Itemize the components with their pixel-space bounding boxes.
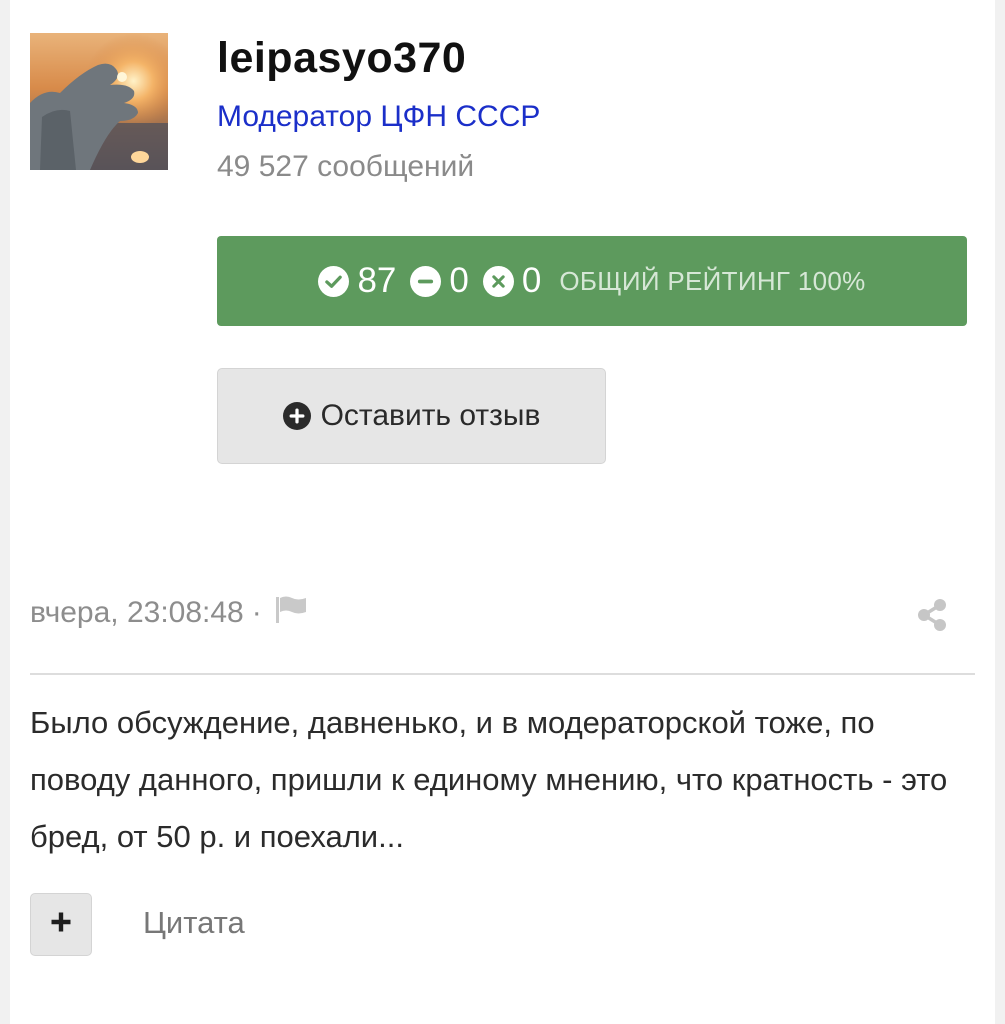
rating-bar: 87 0 0 ОБЩИЙ РЕЙТИНГ 100% <box>217 236 967 326</box>
plus-icon <box>49 910 73 939</box>
rating-neutral-count: 0 <box>449 261 469 300</box>
check-circle-icon <box>318 265 350 297</box>
share-icon[interactable] <box>915 598 949 637</box>
leave-feedback-button[interactable]: Оставить отзыв <box>217 368 606 464</box>
rating-label: ОБЩИЙ РЕЙТИНГ 100% <box>559 265 866 296</box>
minus-circle-icon <box>410 265 442 297</box>
x-circle-icon <box>482 265 514 297</box>
rating-negative-count: 0 <box>521 261 542 300</box>
quote-button[interactable]: Цитата <box>143 905 245 941</box>
post-meta: вчера, 23:08:48 · <box>30 594 308 632</box>
rating-positive: 87 <box>318 261 396 301</box>
post-divider <box>30 673 975 675</box>
rating-negative: 0 <box>482 261 542 301</box>
plus-circle-icon <box>282 402 311 430</box>
post-text: Было обсуждение, давненько, и в модерато… <box>30 705 948 854</box>
rating-neutral: 0 <box>410 261 469 301</box>
user-avatar[interactable] <box>30 33 168 170</box>
leave-feedback-label: Оставить отзыв <box>320 399 541 432</box>
username[interactable]: leipasyo370 <box>217 34 466 83</box>
avatar-photo <box>30 33 168 170</box>
flag-icon[interactable] <box>274 594 308 632</box>
post-timestamp[interactable]: вчера, 23:08:48 <box>30 596 244 630</box>
meta-separator: · <box>251 596 262 629</box>
post-count: 49 527 сообщений <box>217 150 475 183</box>
rating-positive-count: 87 <box>357 261 397 300</box>
user-group: Модератор ЦФН СССР <box>217 100 541 133</box>
page-edge-left <box>0 0 10 1024</box>
page-edge-right <box>995 0 1005 1024</box>
multiquote-button[interactable] <box>30 893 92 956</box>
